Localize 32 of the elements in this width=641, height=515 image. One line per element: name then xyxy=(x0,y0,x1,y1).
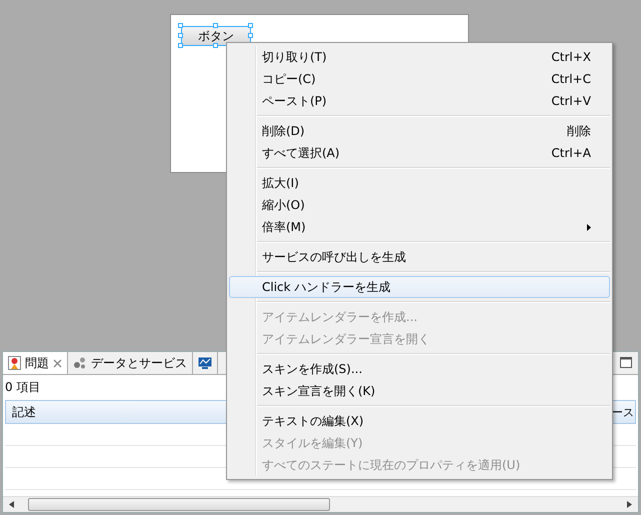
menu-item[interactable]: 削除(D) 削除 xyxy=(229,120,610,142)
close-icon[interactable] xyxy=(53,358,62,368)
menu-item[interactable]: サービスの呼び出しを生成 xyxy=(229,246,610,268)
shortcut-label: Ctrl+A xyxy=(551,146,591,160)
item-count: 0 項目 xyxy=(4,379,42,396)
menu-item[interactable]: コピー(C) Ctrl+C xyxy=(229,68,610,90)
horizontal-scrollbar[interactable] xyxy=(3,496,638,512)
shortcut-label: Ctrl+C xyxy=(551,72,591,86)
shortcut-label: 削除 xyxy=(567,122,591,140)
problems-icon xyxy=(8,356,21,370)
scroll-right-icon[interactable] xyxy=(627,501,632,508)
menu-item[interactable]: 縮小(O) xyxy=(229,194,610,216)
menu-item[interactable]: スキン宣言を開く(K) xyxy=(229,380,610,402)
menu-item[interactable]: 切り取り(T) Ctrl+X xyxy=(229,46,610,68)
shortcut-label: Ctrl+X xyxy=(551,50,591,64)
resize-handle[interactable] xyxy=(213,43,218,48)
monitor-icon xyxy=(198,356,212,370)
panel-tab[interactable]: 問題 xyxy=(3,352,68,374)
gears-icon xyxy=(73,356,87,370)
menu-item[interactable]: テキストの編集(X) xyxy=(229,410,610,432)
menu-item[interactable]: すべて選択(A) Ctrl+A xyxy=(229,142,610,164)
maximize-icon[interactable] xyxy=(620,357,632,368)
menu-item[interactable]: 倍率(M) xyxy=(229,216,610,238)
menu-item[interactable]: スキンを作成(S)... xyxy=(229,358,610,380)
shortcut-label: Ctrl+V xyxy=(551,94,591,108)
design-button[interactable]: ボタン xyxy=(181,26,251,46)
submenu-arrow-icon xyxy=(587,224,591,230)
menu-item[interactable]: Click ハンドラーを生成 xyxy=(229,276,610,298)
scroll-left-icon[interactable] xyxy=(9,501,14,508)
menu-item[interactable]: 拡大(I) xyxy=(229,172,610,194)
resize-handle[interactable] xyxy=(213,23,218,28)
menu-item[interactable]: ペースト(P) Ctrl+V xyxy=(229,90,610,112)
